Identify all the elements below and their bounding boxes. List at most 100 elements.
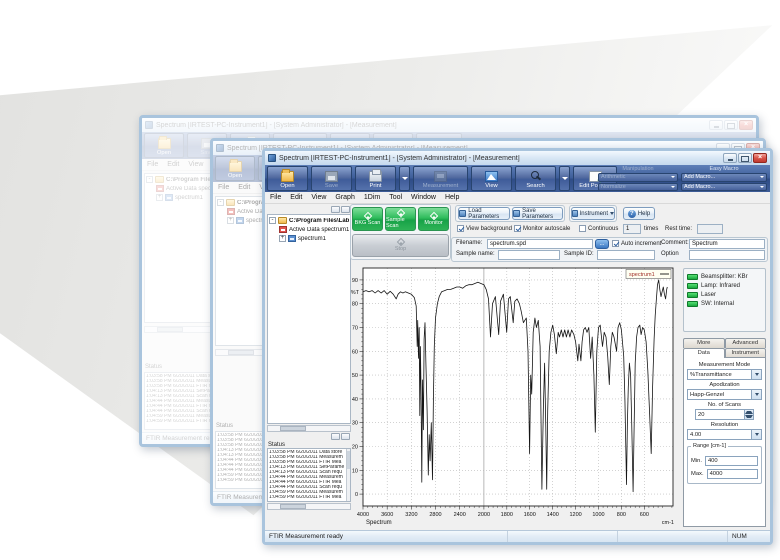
- close-button[interactable]: ×: [753, 153, 767, 163]
- add-macro-dropdown-2[interactable]: Add Macro...: [681, 183, 767, 192]
- add-macro-dropdown-1[interactable]: Add Macro...: [681, 173, 767, 182]
- svg-text:70: 70: [352, 326, 358, 332]
- stop-button[interactable]: Stop: [352, 234, 449, 257]
- tree-item-spectrum1[interactable]: +spectrum1: [269, 234, 349, 243]
- browse-button[interactable]: ...: [595, 239, 609, 249]
- maximize-button[interactable]: [738, 153, 752, 163]
- range-max-field[interactable]: 4000: [707, 469, 758, 479]
- minimize-button[interactable]: [723, 153, 737, 163]
- search-dropdown[interactable]: [559, 166, 570, 191]
- active-data-icon: [227, 208, 235, 215]
- chevron-down-icon: [751, 430, 761, 439]
- menu-item[interactable]: Graph: [335, 194, 354, 201]
- menu-item: Edit: [167, 161, 179, 168]
- comment-field[interactable]: Spectrum: [689, 239, 765, 249]
- app-icon: [268, 154, 276, 162]
- status-log-entry: 1:04:44 PM 6/20/2011 Scan requ: [146, 409, 220, 414]
- scans-stepper[interactable]: 20: [695, 409, 754, 420]
- sample-name-field[interactable]: [498, 250, 560, 260]
- tab-more[interactable]: More: [683, 338, 725, 348]
- sample-scan-button[interactable]: Sample Scan: [385, 207, 416, 231]
- continuous-checkbox[interactable]: Continuous: [579, 225, 618, 232]
- folder-panel: -C:\Program Files\LabSolut Active Data s…: [265, 204, 353, 530]
- menu-item[interactable]: 1Dim: [364, 194, 380, 201]
- measurement-button[interactable]: Measurement: [413, 166, 468, 191]
- svg-text:90: 90: [352, 278, 358, 284]
- menu-item: View: [188, 161, 203, 168]
- spinner-down-icon[interactable]: [745, 415, 753, 420]
- panel-pin-button[interactable]: [331, 206, 340, 213]
- view-background-checkbox[interactable]: View background: [457, 225, 512, 232]
- green-led-icon: [687, 283, 698, 289]
- open-folder-icon: [281, 171, 294, 182]
- auto-increment-checkbox[interactable]: Auto increment: [612, 240, 661, 247]
- menu-item[interactable]: Help: [445, 194, 459, 201]
- checkbox-checked-icon: [514, 225, 521, 232]
- active-data-icon: [156, 185, 164, 192]
- instrument-status-row: Laser: [687, 290, 762, 299]
- save-button[interactable]: Save: [311, 166, 352, 191]
- save-parameters-button[interactable]: Save Parameters: [512, 207, 563, 220]
- tab-data[interactable]: Data: [683, 348, 725, 358]
- menu-item: Edit: [238, 184, 250, 191]
- print-icon: [369, 171, 382, 182]
- instrument-button[interactable]: Instrument: [571, 207, 615, 220]
- status-log-entry: 1:03:58 PM 6/20/2011 Data store: [146, 374, 220, 379]
- easy-macro-group: Easy Macro Add Macro... Add Macro...: [681, 166, 767, 191]
- svg-text:600: 600: [640, 512, 649, 518]
- svg-text:0: 0: [355, 492, 358, 498]
- green-led-icon: [687, 274, 698, 280]
- tree-item-active-data[interactable]: Active Data spectrum1: [269, 225, 349, 234]
- svg-text:1600: 1600: [524, 512, 536, 518]
- normalize-dropdown[interactable]: Normalize: [598, 183, 678, 192]
- collapse-icon[interactable]: -: [269, 217, 276, 224]
- option-field[interactable]: [689, 250, 765, 260]
- status-bar: FTIR Measurement ready NUM: [265, 530, 770, 542]
- tree-horizontal-scrollbar[interactable]: [267, 425, 351, 432]
- folder-icon: [278, 217, 287, 224]
- monitor-autoscale-checkbox[interactable]: Monitor autoscale: [514, 225, 570, 232]
- status-pin-button[interactable]: [331, 433, 340, 440]
- rest-time-field[interactable]: [697, 224, 723, 234]
- search-button[interactable]: Search: [515, 166, 556, 191]
- menu-item[interactable]: Edit: [290, 194, 302, 201]
- svg-text:800: 800: [617, 512, 626, 518]
- apodization-select[interactable]: Happ-Genzel: [687, 389, 762, 400]
- view-button[interactable]: View: [471, 166, 512, 191]
- filename-field[interactable]: spectrum.spd: [487, 239, 593, 249]
- resolution-label: Resolution: [687, 422, 762, 428]
- data-tree: -C:\Program Files\LabSolut Active Data s…: [267, 214, 351, 424]
- expand-icon[interactable]: +: [279, 235, 286, 242]
- range-min-field[interactable]: 400: [705, 456, 758, 466]
- monitor-button[interactable]: Monitor: [418, 207, 449, 231]
- folder-icon: [155, 176, 164, 183]
- num-lock-indicator: NUM: [728, 531, 770, 542]
- print-dropdown[interactable]: [399, 166, 410, 191]
- times-label: times: [644, 226, 658, 232]
- continuous-count-field[interactable]: 1: [623, 224, 641, 234]
- menu-item[interactable]: File: [270, 194, 281, 201]
- print-button[interactable]: Print: [355, 166, 396, 191]
- instrument-status-row: Lamp: Infrared: [687, 281, 762, 290]
- green-led-icon: [687, 301, 698, 307]
- help-button[interactable]: ?Help: [623, 207, 655, 220]
- toolbar: Open Save Print Measurement View Search …: [265, 165, 770, 192]
- bkg-scan-button[interactable]: BKG Scan: [352, 207, 383, 231]
- svg-text:2000: 2000: [478, 512, 490, 518]
- menu-item[interactable]: Window: [411, 194, 436, 201]
- tree-item-root[interactable]: -C:\Program Files\LabSolut: [269, 216, 349, 225]
- tab-advanced[interactable]: Advanced: [725, 338, 767, 348]
- svg-text:80: 80: [352, 302, 358, 308]
- resolution-select[interactable]: 4.00: [687, 429, 762, 440]
- sample-id-field[interactable]: [597, 250, 655, 260]
- menu-item[interactable]: Tool: [389, 194, 402, 201]
- arithmetic-dropdown[interactable]: Arithmetic: [598, 173, 678, 182]
- status-horizontal-scrollbar[interactable]: [267, 503, 351, 510]
- svg-text:Spectrum: Spectrum: [366, 520, 392, 526]
- menu-item[interactable]: View: [311, 194, 326, 201]
- panel-close-button[interactable]: [341, 206, 350, 213]
- svg-text:1200: 1200: [569, 512, 581, 518]
- open-button[interactable]: Open: [267, 166, 308, 191]
- load-parameters-button[interactable]: Load Parameters: [458, 207, 510, 220]
- measurement-mode-select[interactable]: %Transmittance: [687, 369, 762, 380]
